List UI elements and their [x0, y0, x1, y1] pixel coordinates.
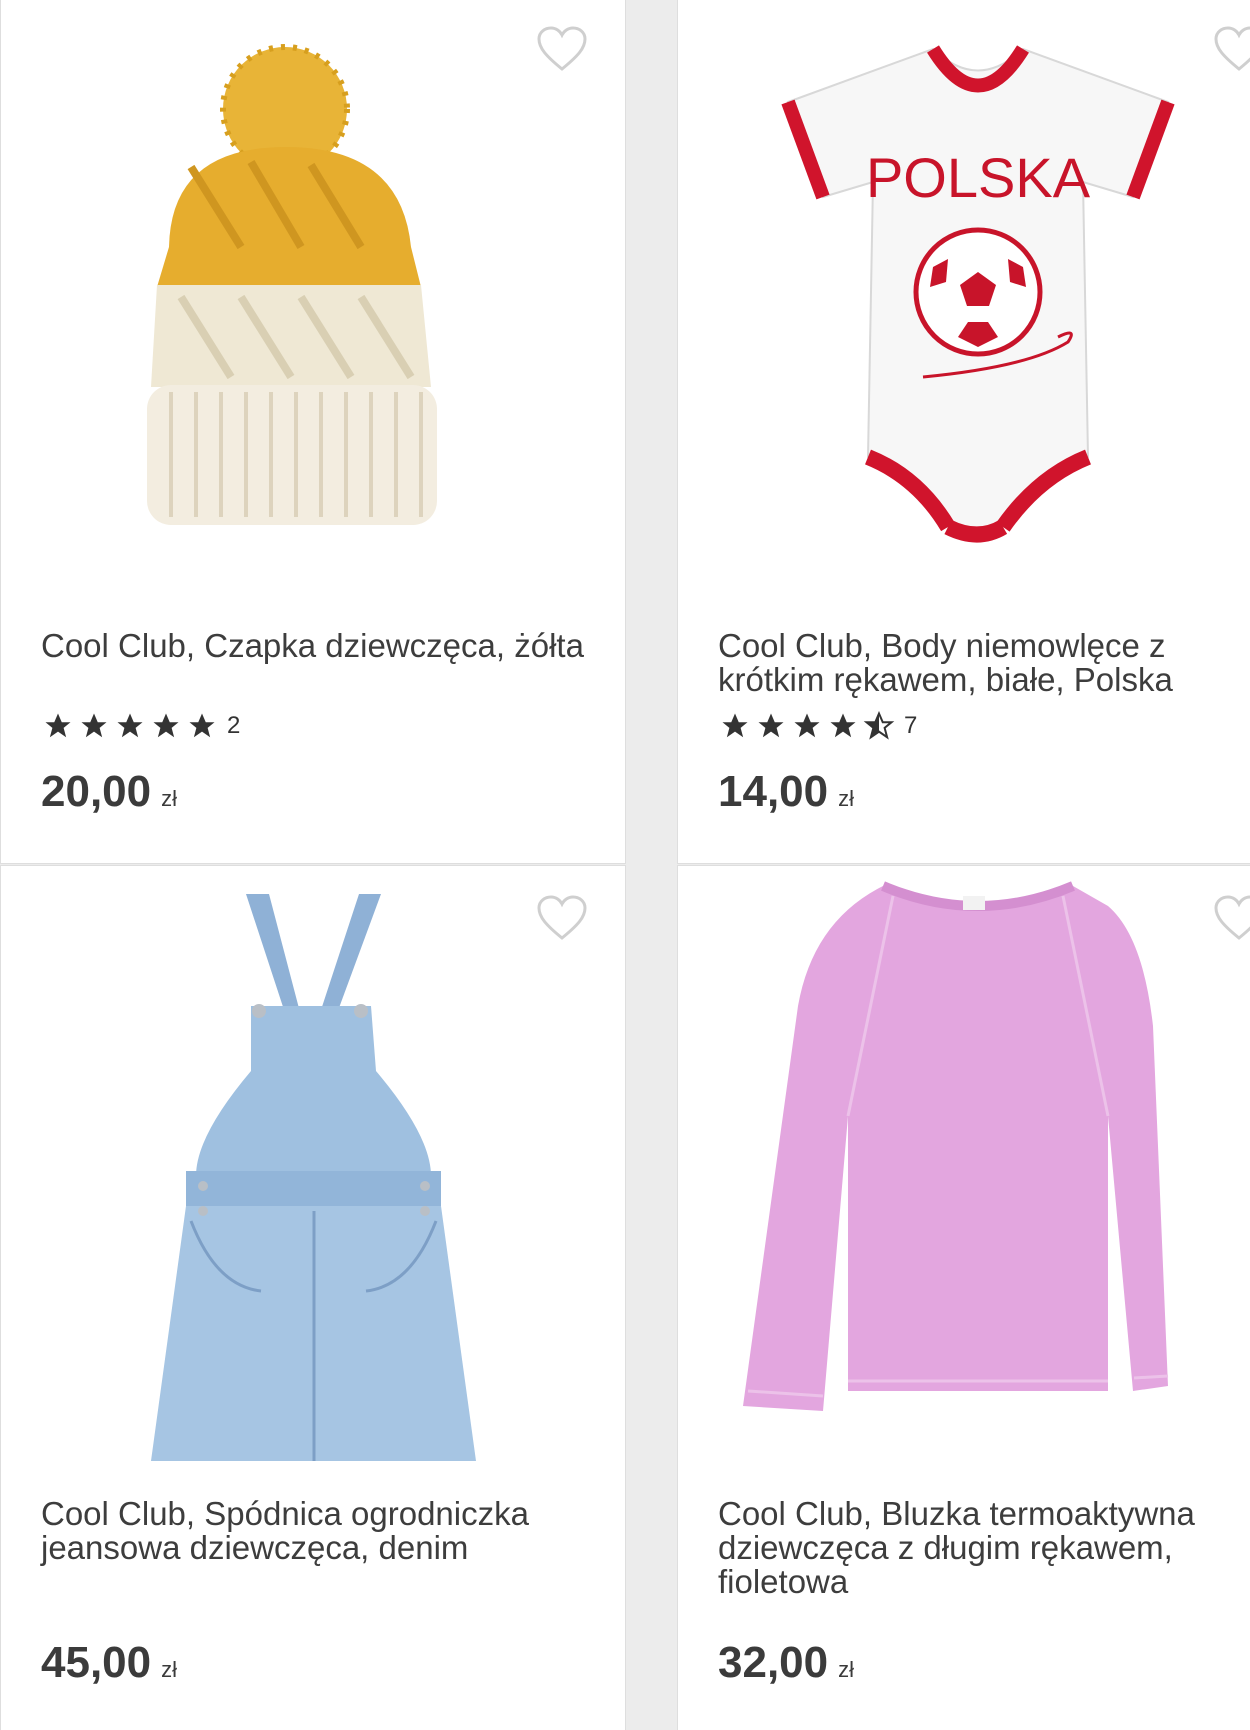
star-icon — [45, 713, 71, 738]
favorite-heart-icon[interactable] — [1213, 25, 1250, 73]
price-value: 20,00 — [41, 767, 152, 816]
beanie-hat-icon — [147, 44, 437, 525]
print-text: POLSKA — [866, 146, 1091, 209]
star-icon — [81, 713, 107, 738]
price-value: 14,00 — [718, 767, 829, 816]
favorite-heart-icon[interactable] — [1213, 894, 1250, 942]
star-icon — [758, 713, 784, 738]
product-price: 20,00 zł — [41, 767, 177, 817]
currency: zł — [161, 1657, 177, 1682]
currency: zł — [838, 786, 854, 811]
half-star-icon — [863, 711, 895, 740]
product-image[interactable] — [1, 866, 625, 1466]
baby-bodysuit-icon: POLSKA — [781, 45, 1175, 543]
star-icon — [830, 713, 856, 738]
currency: zł — [838, 1657, 854, 1682]
product-price: 32,00 zł — [718, 1638, 854, 1688]
product-title[interactable]: Cool Club, Body niemowlęce z krótkim ręk… — [718, 629, 1250, 697]
review-count: 7 — [904, 712, 918, 739]
denim-dress-icon — [151, 894, 476, 1461]
product-title[interactable]: Cool Club, Bluzka termoaktywna dziewczęc… — [718, 1497, 1250, 1599]
star-icon — [189, 713, 215, 738]
product-image[interactable] — [1, 0, 625, 597]
star-icon — [794, 713, 820, 738]
star-icon — [722, 713, 748, 738]
product-card[interactable]: POLSKA Cool Club, Body niemowlęce z krót… — [677, 0, 1250, 864]
currency: zł — [161, 786, 177, 811]
product-grid: Cool Club, Czapka dziewczęca, żółta 2 20… — [0, 0, 1250, 1730]
product-card[interactable]: Cool Club, Spódnica ogrodniczka jeansowa… — [0, 865, 626, 1730]
product-title[interactable]: Cool Club, Czapka dziewczęca, żółta — [41, 629, 605, 663]
favorite-heart-icon[interactable] — [536, 25, 588, 73]
rating: 7 — [718, 711, 917, 741]
price-value: 45,00 — [41, 1638, 152, 1687]
rating: 2 — [41, 711, 240, 741]
long-sleeve-shirt-icon — [743, 881, 1169, 1411]
product-image[interactable]: POLSKA — [678, 0, 1250, 597]
product-price: 14,00 zł — [718, 767, 854, 817]
product-title[interactable]: Cool Club, Spódnica ogrodniczka jeansowa… — [41, 1497, 605, 1565]
product-price: 45,00 zł — [41, 1638, 177, 1688]
star-icon — [153, 713, 179, 738]
product-image[interactable] — [678, 866, 1250, 1466]
review-count: 2 — [227, 712, 241, 739]
price-value: 32,00 — [718, 1638, 829, 1687]
star-icon — [117, 713, 143, 738]
product-card[interactable]: Cool Club, Czapka dziewczęca, żółta 2 20… — [0, 0, 626, 864]
product-card[interactable]: Cool Club, Bluzka termoaktywna dziewczęc… — [677, 865, 1250, 1730]
favorite-heart-icon[interactable] — [536, 894, 588, 942]
